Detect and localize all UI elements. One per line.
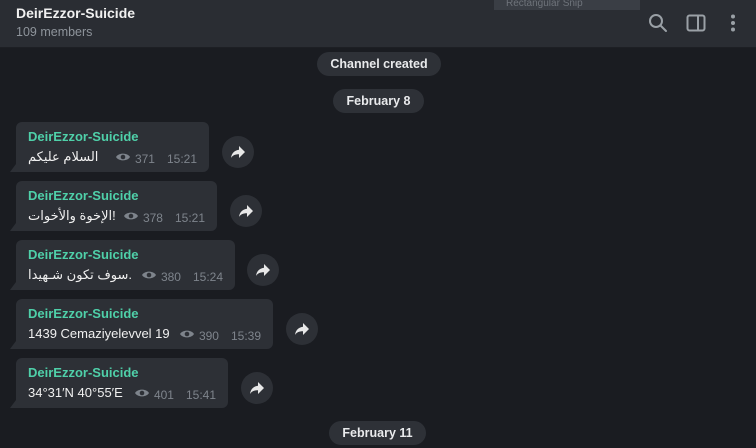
views-icon [141, 269, 157, 285]
forward-button[interactable] [230, 195, 262, 227]
views-icon [123, 210, 139, 226]
forward-icon [250, 382, 264, 394]
view-count: 401 [153, 388, 174, 402]
message-text: 34°31′N 40°55′E [28, 385, 123, 400]
message-meta: 380 15:24 [141, 269, 223, 285]
forward-button[interactable] [241, 372, 273, 404]
forward-icon [231, 146, 245, 158]
date-separator: February 8 [333, 89, 424, 113]
message-bubble[interactable]: DeirEzzor-Suicide 1439 Cemaziyelevvel 19… [10, 299, 273, 349]
message-text: 1439 Cemaziyelevvel 19 [28, 326, 170, 341]
message-list[interactable]: Channel created February 8 DeirEzzor-Sui… [0, 48, 756, 448]
snip-tool-tab: Rectangular Snip [494, 0, 640, 10]
message-author[interactable]: DeirEzzor-Suicide [28, 187, 139, 205]
channel-title[interactable]: DeirEzzor-Suicide [16, 4, 135, 22]
message-author[interactable]: DeirEzzor-Suicide [28, 246, 139, 264]
message-text: الإخوة والأخوات! [28, 208, 116, 223]
message-time: 15:39 [230, 329, 261, 343]
forward-icon [256, 264, 270, 276]
message-time: 15:21 [174, 211, 205, 225]
message-bubble[interactable]: DeirEzzor-Suicide الإخوة والأخوات! 378 1… [10, 181, 217, 231]
view-count: 380 [160, 270, 181, 284]
views-icon [134, 387, 150, 403]
view-count: 371 [134, 152, 155, 166]
message-text: السلام عليكم [28, 149, 99, 164]
view-count: 390 [198, 329, 219, 343]
message-time: 15:21 [166, 152, 197, 166]
message-time: 15:24 [192, 270, 223, 284]
message-meta: 378 15:21 [123, 210, 205, 226]
sidebar-toggle-icon[interactable] [685, 12, 707, 34]
forward-icon [239, 205, 253, 217]
message-meta: 401 15:41 [134, 387, 216, 403]
message-time: 15:41 [185, 388, 216, 402]
views-icon [115, 151, 131, 167]
message-bubble[interactable]: DeirEzzor-Suicide سوف تكون شـهيدا. 380 1… [10, 240, 235, 290]
message-author[interactable]: DeirEzzor-Suicide [28, 364, 139, 382]
message-author[interactable]: DeirEzzor-Suicide [28, 128, 139, 146]
search-icon[interactable] [647, 12, 669, 34]
forward-button[interactable] [247, 254, 279, 286]
forward-button[interactable] [286, 313, 318, 345]
forward-button[interactable] [222, 136, 254, 168]
views-icon [179, 328, 195, 344]
message-author[interactable]: DeirEzzor-Suicide [28, 305, 139, 323]
member-count: 109 members [16, 25, 93, 39]
message-meta: 371 15:21 [115, 151, 197, 167]
message-bubble[interactable]: DeirEzzor-Suicide السلام عليكم 371 15:21 [10, 122, 209, 172]
view-count: 378 [142, 211, 163, 225]
more-vertical-icon[interactable] [722, 12, 744, 34]
message-text: سوف تكون شـهيدا. [28, 267, 133, 282]
forward-icon [295, 323, 309, 335]
chat-header: DeirEzzor-Suicide 109 members Rectangula… [0, 0, 756, 48]
message-meta: 390 15:39 [179, 328, 261, 344]
service-channel-created: Channel created [317, 52, 441, 76]
message-bubble[interactable]: DeirEzzor-Suicide 34°31′N 40°55′E 401 15… [10, 358, 228, 408]
date-separator: February 11 [329, 421, 426, 445]
